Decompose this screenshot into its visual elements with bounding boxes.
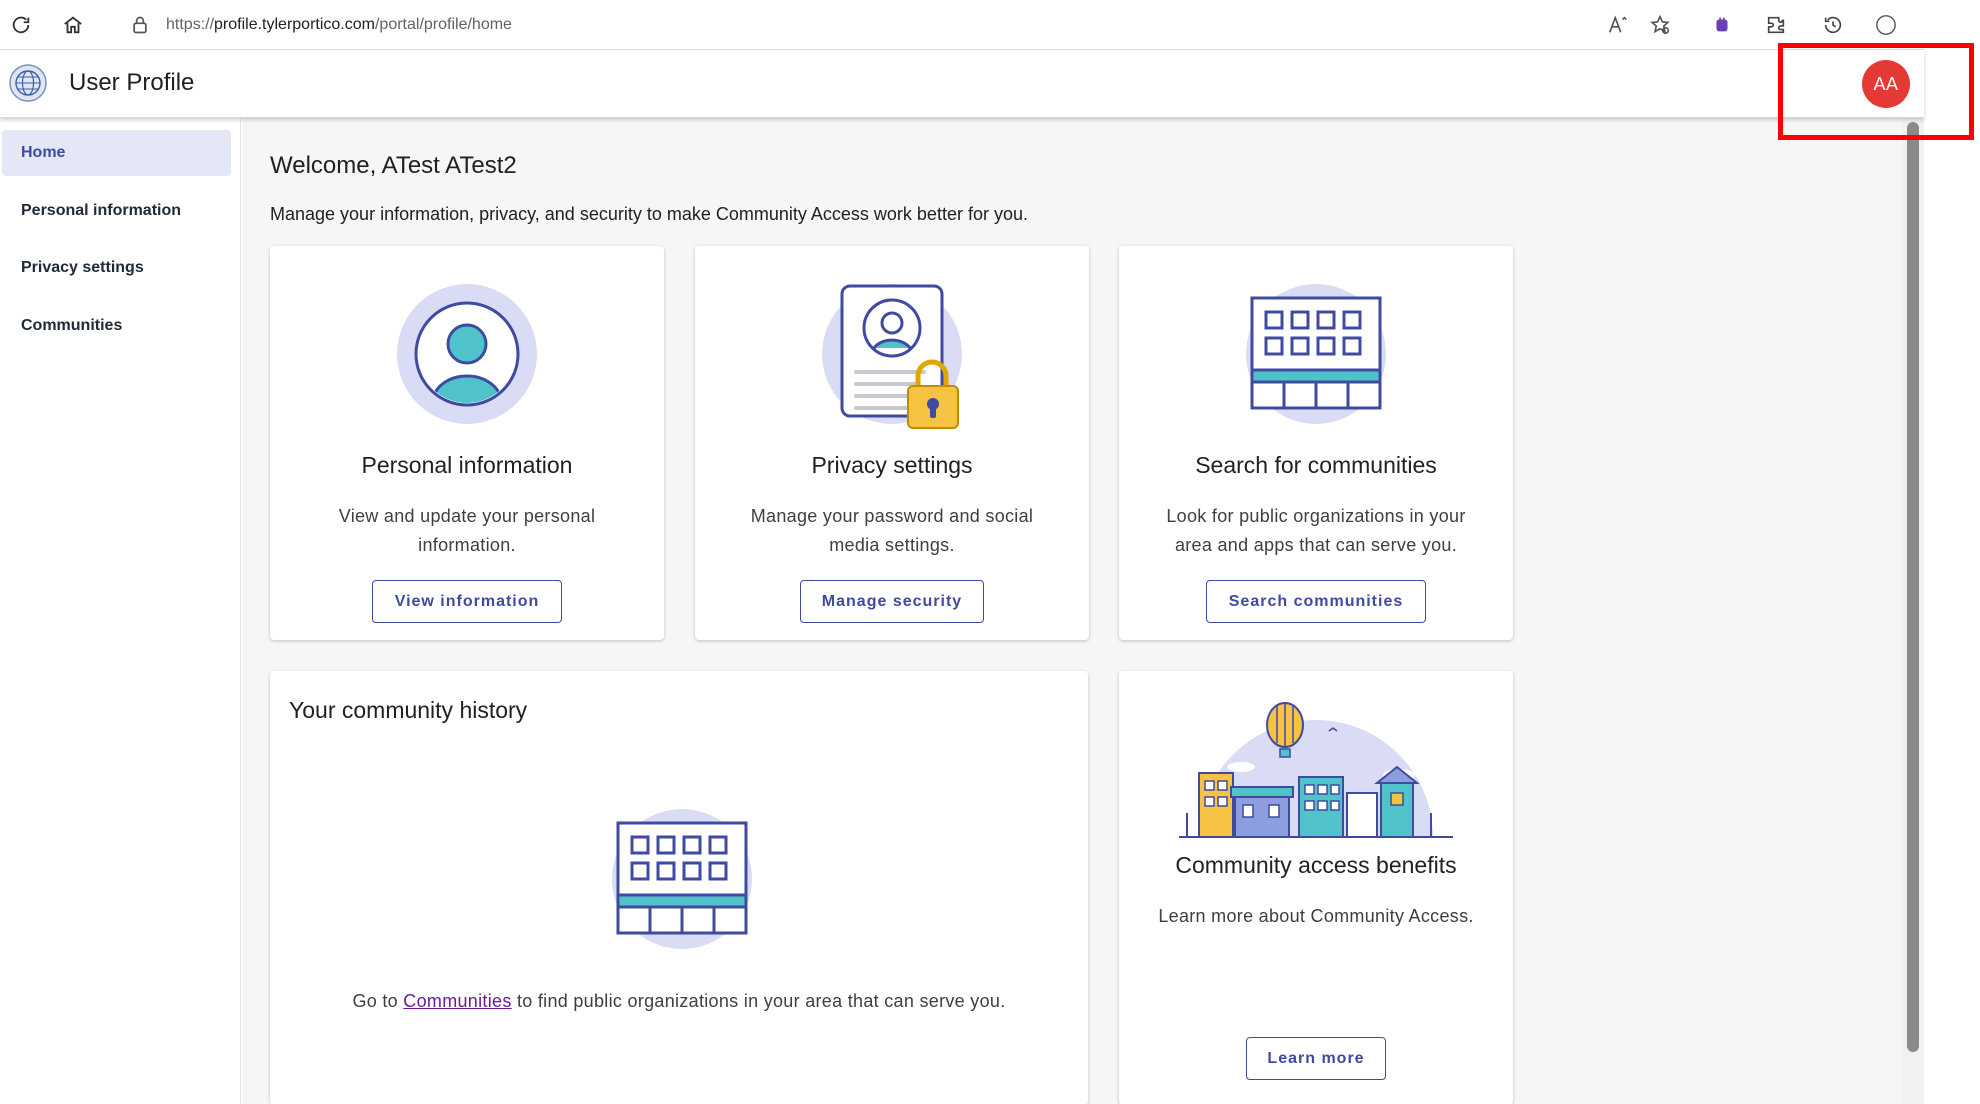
card-title: Personal information: [361, 452, 573, 478]
welcome-subtitle: Manage your information, privacy, and se…: [270, 204, 1028, 224]
extensions-puzzle-icon[interactable]: [1764, 13, 1788, 37]
search-communities-button[interactable]: Search communities: [1206, 580, 1426, 623]
card-title: Search for communities: [1195, 452, 1437, 478]
page-scrollbar[interactable]: [1902, 118, 1924, 1104]
lock-document-icon: [822, 284, 962, 429]
personal-information-card: Personal information View and update you…: [270, 246, 664, 640]
search-communities-card: Search for communities Look for public o…: [1119, 246, 1513, 640]
app-header: User Profile AA: [0, 50, 1924, 118]
manage-security-button[interactable]: Manage security: [800, 580, 984, 623]
sidebar-item-privacy-settings[interactable]: Privacy settings: [2, 245, 231, 291]
app-title: User Profile: [69, 69, 195, 96]
home-icon[interactable]: [61, 13, 85, 37]
privacy-settings-card: Privacy settings Manage your password an…: [695, 246, 1089, 640]
card-description: Look for public organizations in your ar…: [1166, 506, 1466, 555]
sidebar: Home Personal information Privacy settin…: [0, 118, 241, 1104]
sidebar-item-communities[interactable]: Communities: [2, 303, 231, 349]
communities-link[interactable]: Communities: [403, 991, 511, 1011]
page-edge: [1924, 0, 1980, 1104]
address-bar[interactable]: https://profile.tylerportico.com/portal/…: [108, 7, 1588, 43]
history-title: Your community history: [289, 697, 528, 723]
url-text: https://profile.tylerportico.com/portal/…: [166, 16, 512, 33]
scrollbar-thumb[interactable]: [1907, 122, 1919, 1052]
person-icon: [397, 284, 537, 424]
extension-icon[interactable]: [1710, 13, 1734, 37]
highlight-annotation: [1778, 43, 1974, 140]
profile-circle-icon[interactable]: [1874, 13, 1898, 37]
reload-icon[interactable]: [9, 13, 33, 37]
benefits-description: Learn more about Community Access.: [1158, 906, 1474, 926]
card-description: Manage your password and social media se…: [750, 506, 1034, 555]
add-favorite-icon[interactable]: [1648, 13, 1672, 37]
globe-logo-icon[interactable]: [8, 63, 48, 103]
community-history-card: Your community history Go to Communities…: [270, 671, 1088, 1104]
sidebar-item-personal-information[interactable]: Personal information: [2, 188, 231, 234]
history-text: Go to Communities to find public organiz…: [352, 991, 1006, 1011]
card-title: Privacy settings: [811, 452, 973, 478]
building-icon: [1246, 284, 1386, 424]
main-content: Welcome, ATest ATest2 Manage your inform…: [242, 118, 1902, 1104]
browser-toolbar: https://profile.tylerportico.com/portal/…: [0, 0, 1924, 50]
learn-more-button[interactable]: Learn more: [1246, 1037, 1386, 1080]
history-icon[interactable]: [1821, 13, 1845, 37]
sidebar-item-home[interactable]: Home: [2, 130, 231, 176]
card-description: View and update your personal informatio…: [338, 506, 596, 555]
lock-icon: [133, 16, 147, 34]
city-illustration-icon: [1179, 702, 1453, 838]
building-icon: [612, 809, 752, 949]
view-information-button[interactable]: View information: [372, 580, 562, 623]
benefits-title: Community access benefits: [1175, 852, 1457, 878]
welcome-heading: Welcome, ATest ATest2: [270, 152, 517, 179]
community-benefits-card: Community access benefits Learn more abo…: [1119, 671, 1513, 1104]
read-aloud-icon[interactable]: [1606, 13, 1630, 37]
